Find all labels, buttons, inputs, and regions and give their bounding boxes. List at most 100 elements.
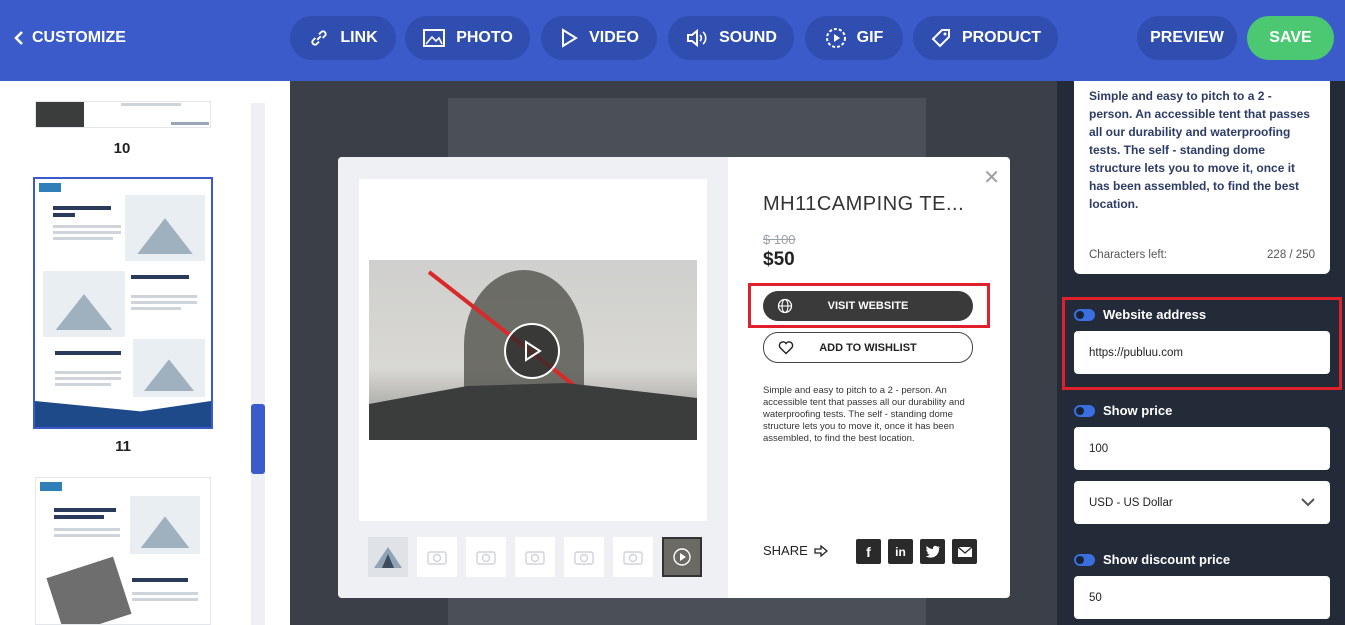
save-label: SAVE <box>1269 29 1312 46</box>
share-button[interactable]: SHARE <box>763 543 828 558</box>
linkedin-icon[interactable]: in <box>888 539 913 564</box>
media-thumbnail-empty[interactable] <box>515 537 555 577</box>
play-icon <box>562 28 579 48</box>
show-discount-toggle[interactable] <box>1074 553 1095 566</box>
page-10-photo <box>36 102 84 127</box>
heart-icon <box>778 341 794 355</box>
video-play-button[interactable] <box>504 323 560 379</box>
link-tool-button[interactable]: LINK <box>290 16 396 60</box>
chevron-left-icon <box>14 31 23 45</box>
photo-icon <box>423 29 446 47</box>
product-video[interactable] <box>369 260 697 440</box>
page-11-tent-image <box>43 271 125 337</box>
video-tool-label: VIDEO <box>589 29 639 46</box>
description-text: Simple and easy to pitch to a 2 - person… <box>1089 89 1310 211</box>
product-old-price: $ 100 <box>763 232 796 247</box>
top-toolbar: CUSTOMIZE LINK PHOTO VIDEO SOUND GIF PRO… <box>0 0 1345 81</box>
show-price-toggle[interactable] <box>1074 404 1095 417</box>
page-thumbnail-10[interactable] <box>35 101 211 128</box>
speaker-icon <box>687 28 707 48</box>
price-value: 100 <box>1089 442 1109 455</box>
add-to-wishlist-button[interactable]: ADD TO WISHLIST <box>763 332 973 363</box>
page-11-text-line <box>53 231 121 234</box>
pages-scrollbar-thumb[interactable] <box>251 404 265 474</box>
media-thumbnail-empty[interactable] <box>613 537 653 577</box>
chevron-down-icon <box>1301 498 1315 507</box>
visit-website-highlight <box>748 283 990 328</box>
play-icon <box>673 548 691 566</box>
media-thumbnail-tent[interactable] <box>368 537 408 577</box>
currency-select[interactable]: USD - US Dollar <box>1074 481 1330 524</box>
page-12-sleeping-bag-image <box>46 556 132 624</box>
product-media-area <box>338 157 728 598</box>
media-thumbnail-video[interactable] <box>662 537 702 577</box>
page-11-footer-band <box>35 401 211 427</box>
pages-scrollbar[interactable] <box>251 103 265 625</box>
save-button[interactable]: SAVE <box>1247 16 1334 60</box>
gif-tool-label: GIF <box>856 29 884 46</box>
page-12-heading <box>132 578 188 582</box>
email-icon[interactable] <box>952 539 977 564</box>
discount-price-value: 50 <box>1089 591 1102 604</box>
product-tool-button[interactable]: PRODUCT <box>913 16 1058 60</box>
link-icon <box>311 30 327 46</box>
photo-tool-label: PHOTO <box>456 29 513 46</box>
page-12-heading <box>54 515 104 519</box>
page-11-text-line <box>53 225 121 228</box>
page-11-text-line <box>53 237 113 240</box>
preview-button[interactable]: PREVIEW <box>1137 16 1237 60</box>
play-icon <box>525 340 542 362</box>
share-label: SHARE <box>763 543 808 558</box>
page-10-text-line <box>171 122 209 125</box>
characters-counter: Characters left: 228 / 250 <box>1074 249 1330 261</box>
camera-icon <box>623 551 643 565</box>
product-title: MH11CAMPING TE... <box>763 193 965 215</box>
product-price: $50 <box>763 249 795 270</box>
decathlon-logo <box>40 482 62 491</box>
page-11-text-line <box>131 307 181 310</box>
page-11-heading <box>131 275 189 279</box>
sound-tool-button[interactable]: SOUND <box>668 16 794 60</box>
page-12-tent-image <box>130 496 200 554</box>
back-to-customize-button[interactable]: CUSTOMIZE <box>14 27 126 49</box>
media-thumbnail-empty[interactable] <box>564 537 604 577</box>
show-discount-label: Show discount price <box>1103 552 1231 567</box>
product-details: ✕ MH11CAMPING TE... $ 100 $50 VISIT WEBS… <box>728 157 1010 598</box>
camera-icon <box>525 551 545 565</box>
page-11-tent-image <box>125 195 205 261</box>
page-11-text-line <box>131 301 197 304</box>
media-thumbnail-empty[interactable] <box>466 537 506 577</box>
price-input[interactable]: 100 <box>1074 427 1330 470</box>
preview-label: PREVIEW <box>1150 29 1224 46</box>
camera-icon <box>574 551 594 565</box>
description-textarea[interactable]: Simple and easy to pitch to a 2 - person… <box>1074 81 1330 274</box>
page-12-heading <box>54 508 116 512</box>
decathlon-logo <box>39 183 61 192</box>
media-thumbnail-empty[interactable] <box>417 537 457 577</box>
twitter-icon[interactable] <box>920 539 945 564</box>
photo-tool-button[interactable]: PHOTO <box>405 16 530 60</box>
gif-tool-button[interactable]: GIF <box>805 16 903 60</box>
show-discount-row: Show discount price <box>1074 552 1230 567</box>
show-price-label: Show price <box>1103 403 1173 418</box>
camera-icon <box>427 551 447 565</box>
close-icon[interactable]: ✕ <box>983 165 1000 190</box>
discount-price-input[interactable]: 50 <box>1074 576 1330 619</box>
page-12-text-line <box>132 598 198 601</box>
page-11-heading <box>53 206 111 210</box>
tent-image-icon <box>374 547 402 568</box>
page-thumbnail-12[interactable] <box>35 477 211 625</box>
tag-icon <box>931 29 950 48</box>
facebook-icon[interactable]: f <box>856 539 881 564</box>
page-11-text-line <box>131 295 197 298</box>
page-thumbnail-11[interactable] <box>33 177 213 429</box>
page-11-text-line <box>55 383 111 386</box>
social-share-icons: f in <box>856 539 977 564</box>
product-tool-label: PRODUCT <box>961 29 1042 46</box>
pages-panel: 10 11 <box>0 81 290 625</box>
media-stage <box>359 179 707 521</box>
page-12-text-line <box>54 534 120 537</box>
chars-left-label: Characters left: <box>1089 249 1167 261</box>
back-label: CUSTOMIZE <box>32 29 126 46</box>
video-tool-button[interactable]: VIDEO <box>541 16 657 60</box>
